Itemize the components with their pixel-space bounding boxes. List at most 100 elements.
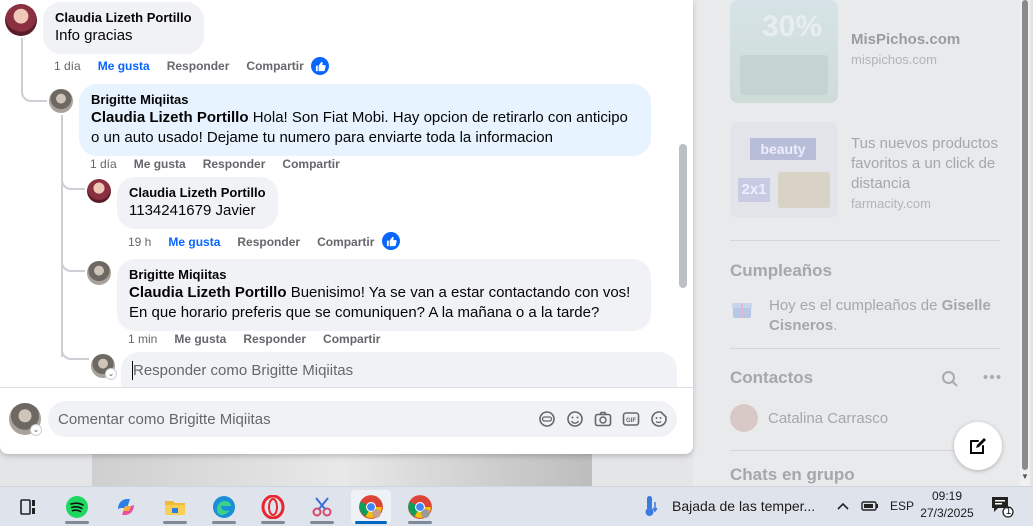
avatar[interactable] — [49, 89, 73, 113]
edge-icon — [213, 496, 235, 518]
contact-item[interactable]: Catalina Carrasco — [730, 404, 888, 432]
reply-button[interactable]: Responder — [167, 59, 230, 73]
taskbar-app-spotify[interactable] — [57, 490, 97, 524]
weather-widget[interactable]: Bajada de las temper... — [640, 486, 815, 526]
avatar-sticker-icon[interactable] — [537, 409, 557, 429]
compose-icon — [970, 438, 986, 454]
more-options-icon[interactable] — [983, 374, 1001, 380]
reply-button[interactable]: Responder — [243, 332, 306, 346]
taskbar-app-snipping-tool[interactable] — [302, 490, 342, 524]
ad-farmacity[interactable]: beauty 2x1 Tus nuevos productos favorito… — [730, 122, 1011, 218]
taskbar-app-copilot[interactable] — [106, 490, 146, 524]
like-button[interactable]: Me gusta — [134, 157, 186, 171]
spotify-icon — [66, 496, 88, 518]
share-button[interactable]: Compartir — [317, 235, 374, 249]
camera-icon[interactable] — [593, 409, 613, 429]
folder-icon — [165, 501, 185, 515]
ad-image-text-2: 2x1 — [738, 178, 770, 202]
taskbar-app-opera[interactable] — [253, 490, 293, 524]
contact-name: Catalina Carrasco — [768, 409, 889, 427]
divider — [730, 348, 1000, 349]
ad-image: 30% — [730, 0, 838, 103]
text-cursor — [132, 361, 133, 380]
task-view-button[interactable] — [8, 490, 48, 524]
mention[interactable]: Claudia Lizeth Portillo — [129, 284, 287, 301]
chevron-down-icon[interactable]: ⌄ — [105, 368, 117, 380]
page-scrollbar-thumb[interactable] — [1022, 0, 1028, 470]
taskbar-app-chrome-profile[interactable] — [400, 490, 440, 524]
comment-composer[interactable]: GIF — [48, 401, 677, 437]
taskbar-app-edge[interactable] — [204, 490, 244, 524]
svg-text:GIF: GIF — [626, 418, 636, 424]
comment-bubble: Brigitte Miqiitas Claudia Lizeth Portill… — [117, 259, 651, 331]
reply-button[interactable]: Responder — [203, 157, 266, 171]
like-button[interactable]: Me gusta — [174, 332, 226, 346]
comment-actions: 1 día Me gusta Responder Compartir — [90, 157, 357, 171]
system-tray: ESP — [835, 486, 914, 526]
sticker-icon[interactable] — [649, 409, 669, 429]
ad-image-text: beauty — [750, 138, 816, 160]
comments-list[interactable]: Claudia Lizeth Portillo Info gracias 1 d… — [0, 0, 693, 387]
birthday-prefix: Hoy es el cumpleaños de — [769, 297, 942, 314]
ad-image-text: 30% — [762, 10, 823, 43]
comment-author[interactable]: Claudia Lizeth Portillo — [129, 185, 266, 201]
mention[interactable]: Claudia Lizeth Portillo — [91, 109, 249, 126]
page-scrollbar[interactable]: ▼ — [1020, 0, 1030, 486]
comment-time[interactable]: 1 día — [90, 157, 117, 171]
share-button[interactable]: Compartir — [282, 157, 339, 171]
birthday-item[interactable]: Hoy es el cumpleaños de Giselle Cisneros… — [730, 296, 999, 336]
chrome-icon — [408, 495, 432, 519]
clock[interactable]: 09:19 27/3/2025 — [918, 488, 976, 522]
chrome-icon — [359, 495, 383, 519]
reply-composer[interactable] — [121, 352, 677, 387]
share-button[interactable]: Compartir — [323, 332, 380, 346]
chevron-up-icon[interactable] — [835, 498, 851, 514]
comment-time[interactable]: 1 día — [54, 59, 81, 73]
avatar[interactable] — [5, 4, 37, 36]
reply-input[interactable] — [121, 352, 677, 387]
task-view-icon — [20, 499, 35, 515]
taskbar-app-chrome[interactable] — [351, 490, 391, 524]
ad-title: Tus nuevos productos favoritos a un clic… — [851, 135, 999, 192]
ad-domain: farmacity.com — [851, 196, 931, 211]
avatar[interactable] — [87, 261, 111, 285]
ad-domain: mispichos.com — [851, 52, 937, 67]
clock-time: 09:19 — [931, 489, 963, 503]
comment-actions: 1 día Me gusta Responder Compartir — [54, 59, 321, 73]
chevron-down-icon[interactable]: ⌄ — [30, 424, 42, 436]
ad-mispichos[interactable]: 30% MisPichos.com mispichos.com — [730, 0, 960, 103]
thumbs-up-icon — [386, 236, 397, 246]
notifications-button[interactable]: 1 — [990, 494, 1014, 518]
like-reaction-badge[interactable] — [382, 232, 400, 250]
comment-bubble: Brigitte Miqiitas Claudia Lizeth Portill… — [79, 84, 651, 156]
group-chats-heading: Chats en grupo — [730, 465, 855, 484]
new-message-button[interactable] — [954, 422, 1002, 470]
birthdays-heading: Cumpleaños — [730, 261, 833, 280]
share-button[interactable]: Compartir — [246, 59, 303, 73]
comment-time[interactable]: 1 min — [128, 332, 157, 346]
comment-author[interactable]: Brigitte Miqiitas — [91, 92, 639, 108]
battery-icon[interactable] — [860, 498, 880, 514]
emoji-icon[interactable] — [565, 409, 585, 429]
comments-scrollbar[interactable] — [679, 144, 687, 288]
comment-author[interactable]: Brigitte Miqiitas — [129, 267, 639, 283]
gif-icon[interactable]: GIF — [621, 409, 641, 429]
comment-author[interactable]: Claudia Lizeth Portillo — [55, 10, 192, 26]
like-reaction-badge[interactable] — [311, 57, 329, 75]
scroll-down-arrow[interactable]: ▼ — [1021, 472, 1029, 481]
search-icon[interactable] — [941, 370, 959, 388]
comment-input[interactable] — [48, 401, 468, 437]
taskbar-app-file-explorer[interactable] — [155, 490, 195, 524]
right-rail: 30% MisPichos.com mispichos.com beauty 2… — [693, 0, 1023, 486]
comment-bubble: Claudia Lizeth Portillo 1134241679 Javie… — [117, 177, 278, 229]
language-indicator[interactable]: ESP — [890, 499, 914, 513]
comment-time[interactable]: 19 h — [128, 235, 151, 249]
reply-button[interactable]: Responder — [237, 235, 300, 249]
thread-line — [61, 115, 63, 357]
avatar[interactable] — [87, 179, 111, 203]
like-button[interactable]: Me gusta — [98, 59, 150, 73]
opera-icon — [261, 495, 285, 519]
like-button[interactable]: Me gusta — [168, 235, 220, 249]
comment-text: Info gracias — [55, 27, 133, 44]
divider — [0, 387, 693, 388]
